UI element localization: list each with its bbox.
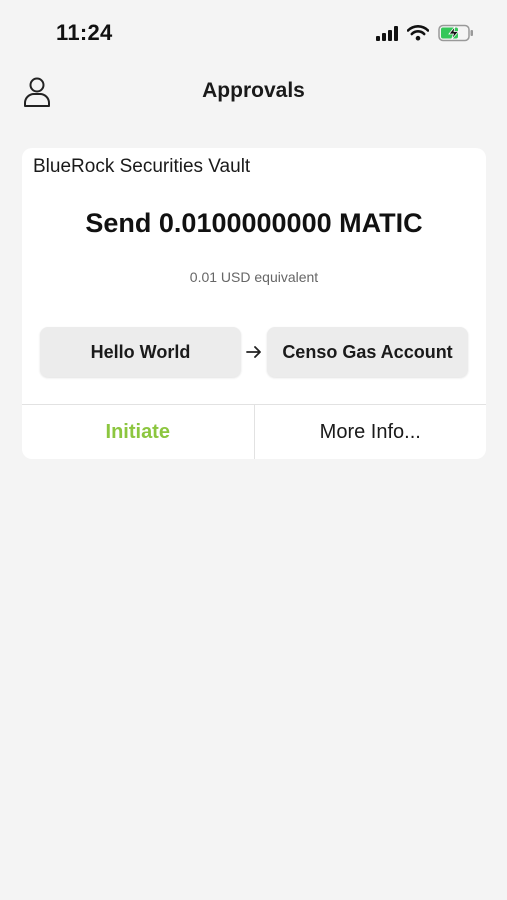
status-bar: 11:24 [0, 0, 507, 60]
approval-card: BlueRock Securities Vault Send 0.0100000… [22, 148, 486, 459]
cellular-signal-icon [376, 25, 398, 41]
card-actions: Initiate More Info... [22, 404, 486, 459]
battery-charging-icon [438, 24, 473, 42]
status-icons [376, 24, 474, 42]
more-info-button[interactable]: More Info... [255, 405, 487, 459]
wifi-icon [407, 25, 429, 41]
header: Approvals [0, 68, 507, 114]
page-title: Approvals [202, 79, 305, 102]
from-account-chip: Hello World [40, 327, 241, 377]
arrow-right-icon [246, 346, 261, 358]
to-account-chip: Censo Gas Account [267, 327, 468, 377]
status-time: 11:24 [56, 20, 113, 45]
initiate-button[interactable]: Initiate [22, 405, 255, 459]
send-amount: Send 0.0100000000 MATIC [85, 208, 423, 238]
vault-name: BlueRock Securities Vault [33, 156, 251, 177]
usd-equivalent: 0.01 USD equivalent [189, 269, 319, 285]
